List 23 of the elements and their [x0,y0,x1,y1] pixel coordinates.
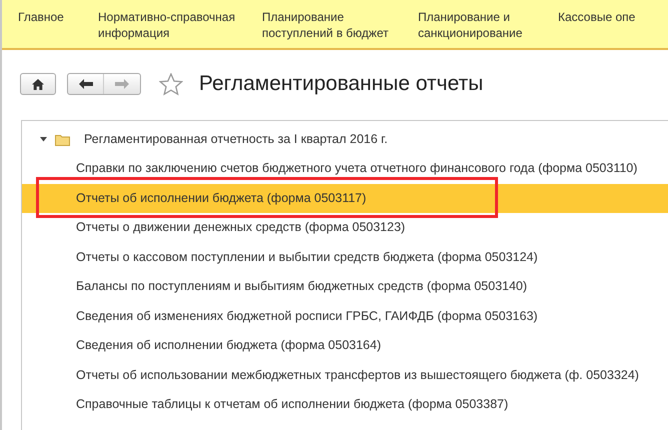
section-tab[interactable]: Планирование и санкционирование [418,9,536,41]
folder-icon [55,134,70,146]
page-title: Регламентированные отчеты [199,71,484,98]
report-row[interactable]: Балансы по поступлениям и выбытиям бюджетных средств (форма 0503140) [22,272,668,302]
report-row[interactable]: Отчеты о движении денежных средств (форма 0503123) [22,213,668,242]
report-row[interactable]: Отчеты об использовании межбюджетных трансфертов из вышестоящего бюджета (ф. 0503324) [22,360,668,390]
report-row[interactable]: Отчеты об исполнении бюджета (форма 0503117) [22,184,668,213]
home-button[interactable] [20,73,56,95]
report-row[interactable]: Сведения об исполнении бюджета (форма 0503164) [22,331,668,360]
star-icon[interactable] [159,72,183,96]
group-label[interactable]: Регламентированная отчетность за I квартал 2016 г. [84,130,388,149]
back-arrow-icon [78,79,92,89]
section-tab[interactable]: Главное [18,9,78,41]
section-tab[interactable]: Кассовые опе [558,9,636,41]
report-row[interactable]: Сведения об изменениях бюджетной росписи ГРБС, ГАИФДБ (форма 0503163) [22,302,668,331]
forward-arrow-icon [115,79,129,89]
home-icon [32,78,44,90]
section-tab[interactable]: Нормативно-справочная информация [98,9,244,41]
report-row[interactable]: Справки по заключению счетов бюджетного учета отчетного финансового года (форма 0503110) [22,154,668,184]
report-row[interactable]: Справочные таблицы к отчетам об исполнении бюджета (форма 0503387) [22,390,668,420]
report-row[interactable]: Отчеты о кассовом поступлении и выбытии средств бюджета (форма 0503124) [22,242,668,272]
expand-triangle-icon[interactable] [40,137,47,142]
section-tab[interactable]: Планирование поступлений в бюджет [262,9,394,41]
